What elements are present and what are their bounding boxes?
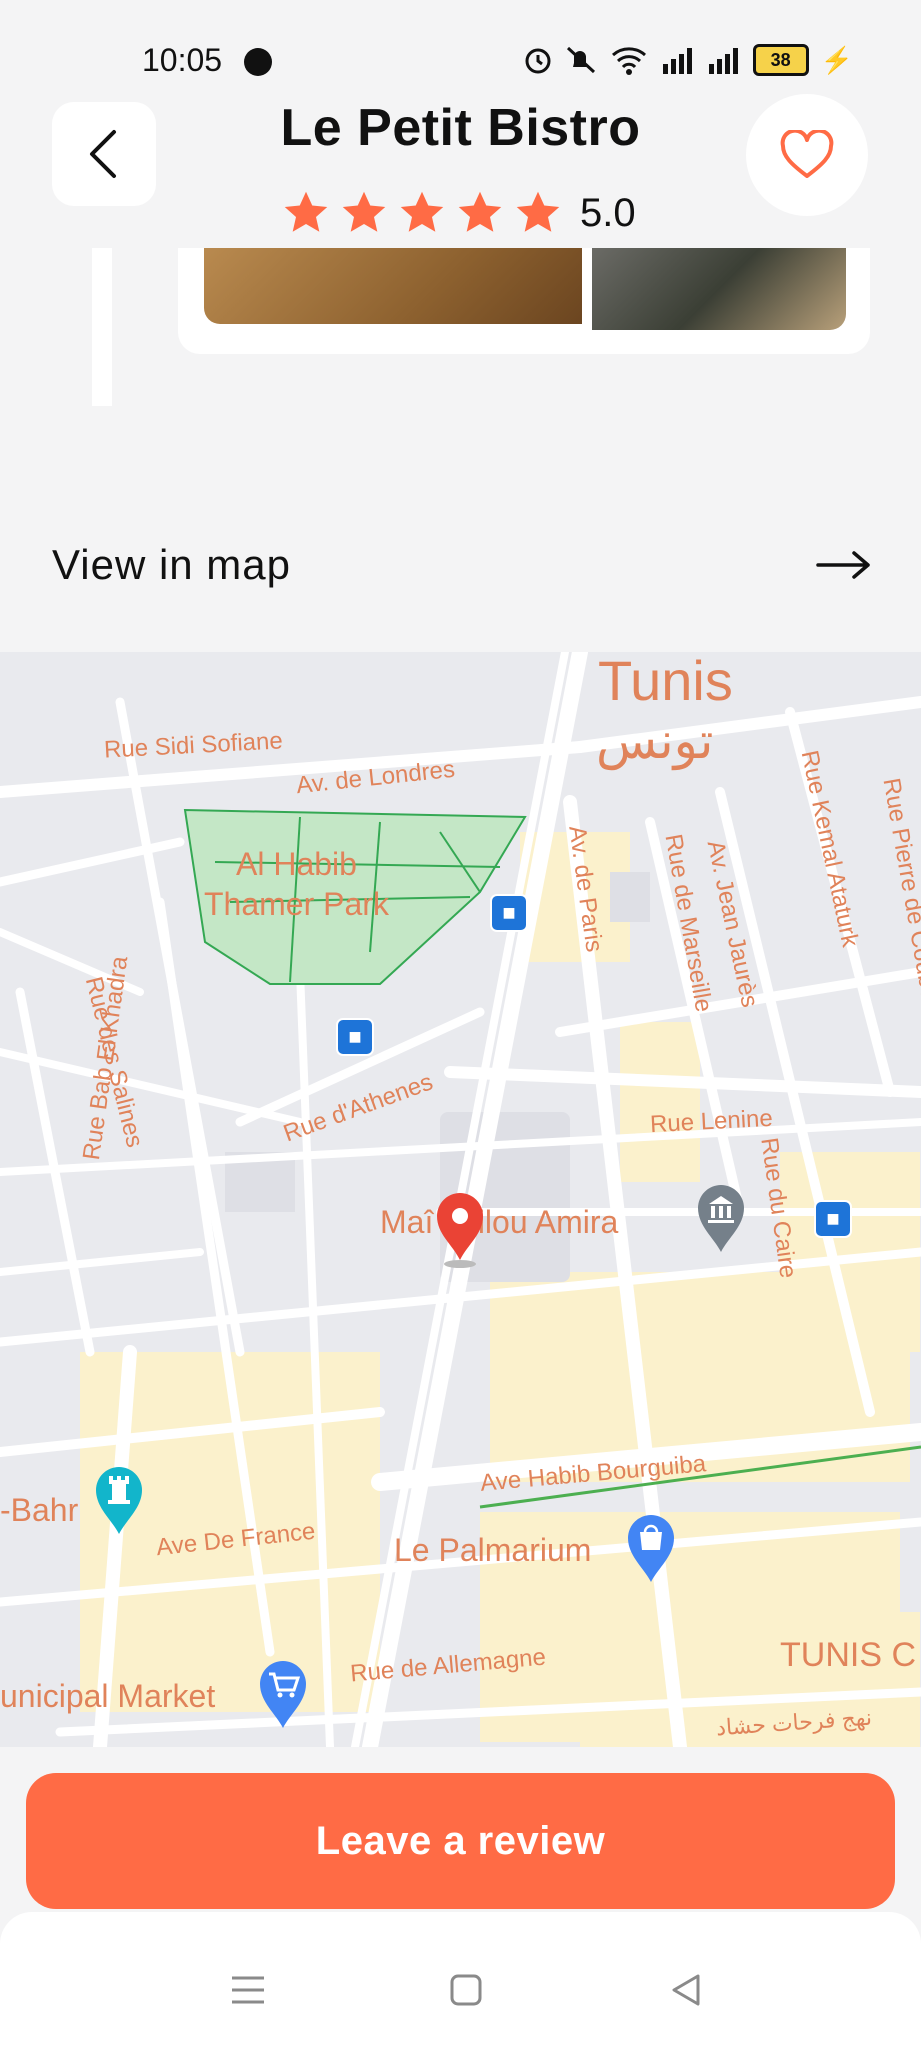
bus-stop-icon[interactable]: ■ [814,1200,852,1238]
star-icon [400,191,444,232]
bus-stop-icon[interactable]: ■ [490,894,528,932]
map-label-tunis: Tunis [598,652,733,712]
map-label-place: Le Palmarium [394,1532,592,1568]
landmark-tower-icon[interactable] [92,1464,146,1536]
status-time: 10:05 [142,42,223,78]
review-photo[interactable] [592,248,846,330]
star-icon [516,191,560,232]
map-label-park-line1: Al Habib [235,846,357,882]
bus-stop-icon[interactable]: ■ [336,1018,374,1056]
map-label-place: Maî Alilou Amira [380,1204,619,1240]
arrow-right-icon [816,551,870,579]
view-in-map-link[interactable]: View in map [52,530,872,600]
header: Le Petit Bistro 5.0 [0,90,921,250]
rating-value: 5.0 [580,190,636,235]
map-label-park: Al Habib Thamer Park [204,844,389,924]
mute-icon [566,46,595,74]
rating-stars: 5.0 [280,188,636,238]
wifi-icon [611,47,646,75]
alarm-icon [525,48,551,74]
signal-icon [662,48,692,74]
back-triangle-icon[interactable] [666,1970,706,2010]
map-label-tunis-ar: تونس [596,713,714,769]
map-view[interactable]: Tunis تونس Rue Sidi Sofiane Av. de Londr… [0,652,921,1747]
messenger-icon [244,48,272,76]
shopping-cart-icon[interactable] [256,1658,310,1730]
charging-icon: ⚡ [820,44,853,75]
review-photo[interactable] [204,248,582,324]
signal-icon-2 [708,48,738,74]
view-in-map-label: View in map [52,541,292,588]
star-icon [284,191,328,232]
map-label-place: TUNIS C [780,1636,916,1674]
review-card [178,248,870,354]
home-icon[interactable] [446,1970,486,2010]
star-icon [342,191,386,232]
battery-indicator: 38 [752,44,809,76]
museum-icon[interactable] [694,1182,748,1254]
system-nav-bar [0,1912,921,2048]
map-label-place: -Bahr [0,1492,79,1528]
leave-review-button[interactable]: Leave a review [26,1773,895,1909]
star-icon [458,191,502,232]
status-icons: 38 ⚡ [523,44,853,76]
map-label-place: unicipal Market [0,1678,216,1714]
menu-icon[interactable] [228,1970,268,2010]
location-pin-icon[interactable] [434,1192,486,1268]
heart-icon [780,130,834,178]
timeline-line [92,248,112,406]
shopping-bag-icon[interactable] [624,1512,678,1584]
favorite-button[interactable] [746,94,868,216]
map-label-park-line2: Thamer Park [204,886,389,922]
